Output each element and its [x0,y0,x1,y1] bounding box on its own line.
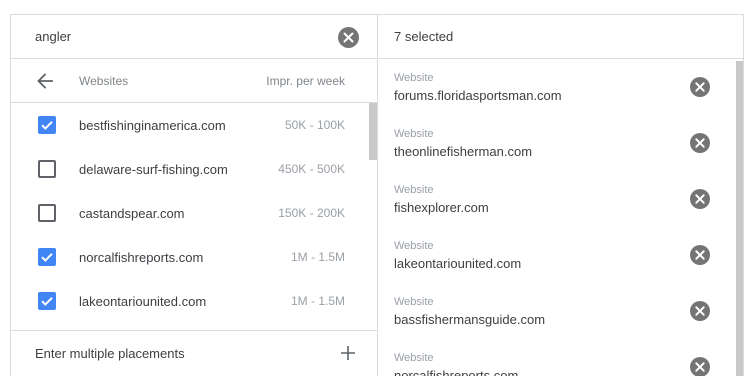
remove-circle-icon [695,82,705,92]
selected-item-name: fishexplorer.com [394,200,489,215]
selected-item-type: Website [394,72,434,84]
selected-item: Website forums.floridasportsman.com [379,59,735,115]
selected-item-type: Website [394,352,434,364]
remove-circle-icon [695,138,705,148]
result-row[interactable]: castandspear.com 150K - 200K [11,191,377,235]
result-website-name: lakeontariounited.com [79,294,207,309]
remove-circle-icon [695,250,705,260]
selected-count: 7 selected [394,29,454,44]
check-icon [41,297,53,306]
search-bar: angler [11,15,377,59]
selected-item-name: lakeontariounited.com [394,256,522,271]
result-website-name: castandspear.com [79,206,185,221]
result-row[interactable]: delaware-surf-fishing.com 450K - 500K [11,147,377,191]
back-button[interactable] [35,71,55,91]
checkbox-checked[interactable] [38,116,56,134]
remove-selected-button[interactable] [690,77,710,97]
selected-item-type: Website [394,128,434,140]
selected-item-name: norcalfishreports.com [394,368,519,376]
column-header-websites: Websites [79,74,129,88]
selected-item-type: Website [394,296,434,308]
clear-search-button[interactable] [338,27,359,48]
result-website-name: delaware-surf-fishing.com [79,162,228,177]
remove-selected-button[interactable] [690,189,710,209]
multiple-placements-label: Enter multiple placements [35,346,185,361]
search-input[interactable]: angler [35,29,71,44]
remove-selected-button[interactable] [690,245,710,265]
result-row[interactable]: lakeontariounited.com 1M - 1.5M [11,279,377,323]
search-pane: angler Websites Impr. per week bestfishi… [11,15,378,376]
selected-item-name: forums.floridasportsman.com [394,88,562,103]
selected-scrollbar[interactable] [736,61,743,376]
multiple-placements-row[interactable]: Enter multiple placements [11,330,377,376]
selected-list: Website forums.floridasportsman.com Websit… [379,59,743,376]
remove-circle-icon [695,362,705,372]
selected-item-name: theonlinefisherman.com [394,144,533,159]
checkbox-unchecked[interactable] [38,204,56,222]
remove-selected-button[interactable] [690,133,710,153]
selected-item: Website norcalfishreports.com [379,339,735,376]
selected-pane: 7 selected Website forums.floridasportsma… [379,15,743,376]
remove-circle-icon [695,194,705,204]
check-icon [41,121,53,130]
result-row[interactable]: bestfishinginamerica.com 50K - 100K [11,103,377,147]
remove-circle-icon [695,306,705,316]
result-impressions: 50K - 100K [284,118,345,132]
placement-picker: angler Websites Impr. per week bestfishi… [10,14,744,376]
checkbox-unchecked[interactable] [38,160,56,178]
plus-icon [341,346,355,360]
check-icon [41,253,53,262]
selected-item-type: Website [394,240,434,252]
result-impressions: 1M - 1.5M [290,250,345,264]
checkbox-checked[interactable] [38,292,56,310]
result-impressions: 1M - 1.5M [290,294,345,308]
remove-selected-button[interactable] [690,357,710,376]
results-header: Websites Impr. per week [11,59,377,103]
result-impressions: 450K - 500K [278,162,345,176]
result-website-name: norcalfishreports.com [79,250,204,265]
result-impressions: 150K - 200K [278,206,345,220]
selected-item: Website bassfishermansguide.com [379,283,735,339]
selected-item: Website lakeontariounited.com [379,227,735,283]
selected-item: Website fishexplorer.com [379,171,735,227]
remove-selected-button[interactable] [690,301,710,321]
selected-header: 7 selected [379,15,743,59]
arrow-back-icon [37,73,53,89]
selected-item-type: Website [394,184,434,196]
add-placements-button[interactable] [340,345,356,361]
column-header-impressions: Impr. per week [266,74,345,88]
selected-item-name: bassfishermansguide.com [394,312,546,327]
result-row[interactable]: norcalfishreports.com 1M - 1.5M [11,235,377,279]
results-list: bestfishinginamerica.com 50K - 100K delawa… [11,103,377,330]
results-scrollbar[interactable] [369,103,377,160]
result-website-name: bestfishinginamerica.com [79,118,226,133]
selected-item: Website theonlinefisherman.com [379,115,735,171]
clear-circle-icon [343,32,354,43]
checkbox-checked[interactable] [38,248,56,266]
